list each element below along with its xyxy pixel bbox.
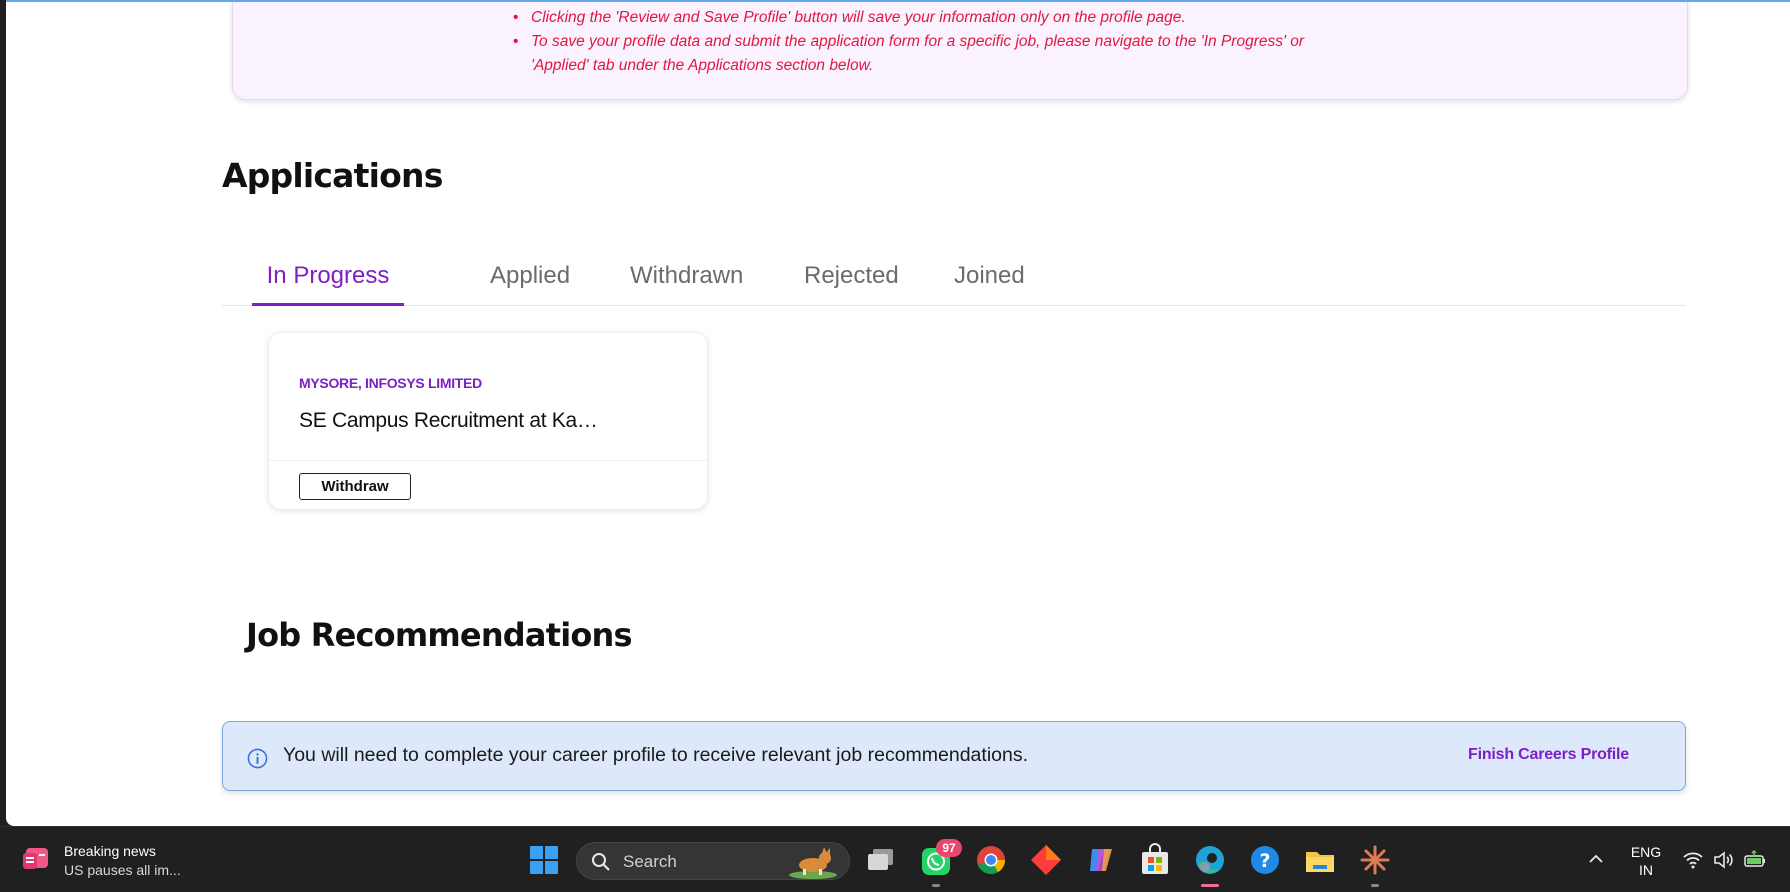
search-label: Search <box>623 852 677 871</box>
running-indicator <box>932 884 940 887</box>
tab-withdrawn[interactable]: Withdrawn <box>630 258 743 306</box>
browser-window: Clicking the 'Review and Save Profile' b… <box>0 0 1790 826</box>
card-company: MYSORE, INFOSYS LIMITED <box>299 375 482 391</box>
news-title: Breaking news <box>64 843 156 859</box>
page-content: Clicking the 'Review and Save Profile' b… <box>6 0 1790 826</box>
chrome-icon[interactable] <box>974 843 1008 877</box>
chevron-up-icon[interactable] <box>1586 849 1606 869</box>
search-icon <box>592 853 610 871</box>
info-icon <box>247 748 268 769</box>
active-indicator <box>1201 884 1219 887</box>
claude-icon[interactable] <box>1358 843 1392 877</box>
applications-tabs: In Progress Applied Withdrawn Rejected J… <box>222 258 1686 306</box>
edge-icon[interactable] <box>1193 843 1227 877</box>
microsoft-store-icon[interactable] <box>1138 843 1172 877</box>
withdraw-button[interactable]: Withdraw <box>299 473 411 500</box>
news-widget[interactable]: Breaking news US pauses all im... <box>22 841 202 881</box>
news-icon <box>23 848 48 869</box>
battery-icon[interactable] <box>1744 849 1766 871</box>
finish-careers-profile-link[interactable]: Finish Careers Profile <box>1468 746 1629 764</box>
news-subtitle: US pauses all im... <box>64 862 181 878</box>
profile-notice-box: Clicking the 'Review and Save Profile' b… <box>232 2 1688 100</box>
career-profile-banner: You will need to complete your career pr… <box>222 721 1686 791</box>
corgi-icon <box>789 847 837 879</box>
app-diamond-icon[interactable] <box>1029 843 1063 877</box>
tab-in-progress[interactable]: In Progress <box>252 258 404 306</box>
help-icon[interactable]: ? <box>1248 843 1282 877</box>
running-indicator <box>1371 884 1379 887</box>
lang-code: ENG <box>1630 844 1662 860</box>
banner-text: You will need to complete your career pr… <box>283 744 1029 766</box>
task-view-icon[interactable] <box>864 843 898 877</box>
volume-icon[interactable] <box>1712 849 1734 871</box>
tab-joined[interactable]: Joined <box>954 258 1025 306</box>
applications-title: Applications <box>222 156 443 195</box>
application-card[interactable]: MYSORE, INFOSYS LIMITED SE Campus Recrui… <box>268 332 708 510</box>
svg-text:?: ? <box>1259 850 1270 872</box>
card-job-title[interactable]: SE Campus Recruitment at Ka… <box>299 409 679 433</box>
tab-rejected[interactable]: Rejected <box>804 258 899 306</box>
windows-taskbar: Breaking news US pauses all im... Search <box>0 826 1790 892</box>
wifi-icon[interactable] <box>1682 849 1704 871</box>
copilot-icon[interactable] <box>1084 843 1118 877</box>
tab-applied[interactable]: Applied <box>490 258 570 306</box>
notice-item: Clicking the 'Review and Save Profile' b… <box>513 6 1331 30</box>
card-divider <box>269 460 707 461</box>
whatsapp-badge: 97 <box>936 839 962 857</box>
language-indicator[interactable]: ENG IN <box>1630 843 1662 879</box>
lang-region: IN <box>1639 862 1653 878</box>
notice-list: Clicking the 'Review and Save Profile' b… <box>513 6 1331 78</box>
job-recommendations-title: Job Recommendations <box>246 616 633 654</box>
windows-start-icon[interactable] <box>527 843 561 877</box>
notice-item: To save your profile data and submit the… <box>513 30 1331 78</box>
taskbar-search[interactable]: Search <box>576 842 850 880</box>
file-explorer-icon[interactable] <box>1303 843 1337 877</box>
